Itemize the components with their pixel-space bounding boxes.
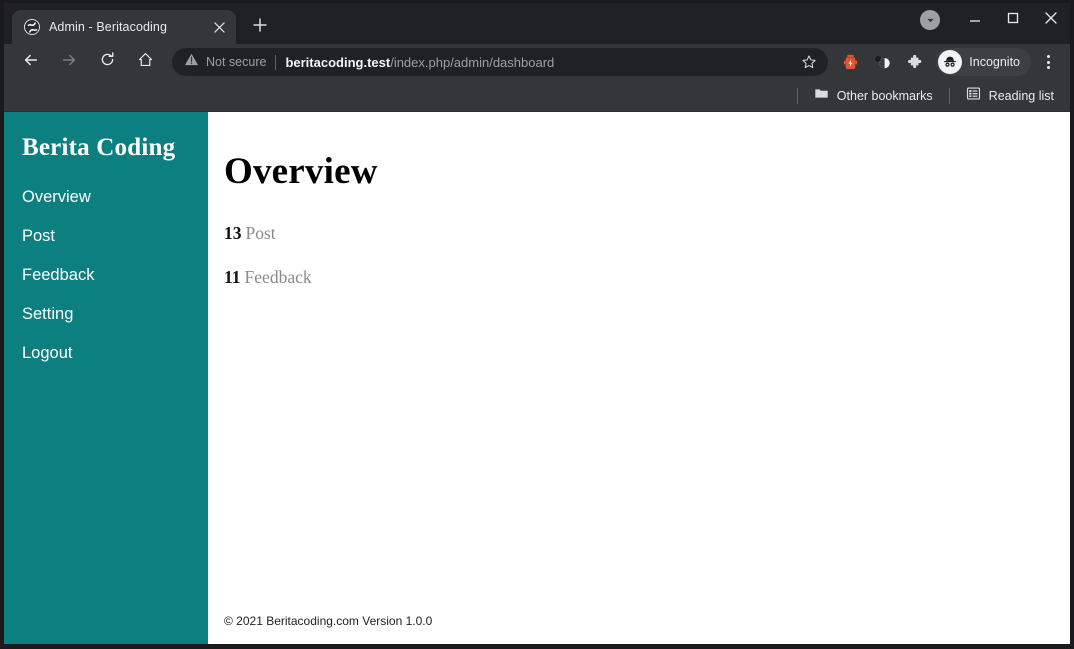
sidebar: Berita Coding Overview Post Feedback Set… <box>4 112 208 644</box>
stat-feedback-value: 11 <box>224 267 241 287</box>
warning-triangle-icon <box>184 52 199 72</box>
tab-title: Admin - Beritacoding <box>49 20 208 34</box>
hydrant-extension-icon[interactable] <box>837 49 863 75</box>
bookmarks-divider <box>797 88 798 104</box>
reading-list-label: Reading list <box>989 89 1054 103</box>
stat-feedback-label: Feedback <box>245 267 312 287</box>
other-bookmarks-label: Other bookmarks <box>837 89 933 103</box>
browser-window: Admin - Beritacoding <box>0 0 1074 649</box>
arrow-left-icon <box>22 51 40 74</box>
bookmarks-divider <box>949 88 950 104</box>
molecule-extension-icon[interactable] <box>869 49 895 75</box>
globe-favicon <box>24 19 40 35</box>
reload-button[interactable] <box>93 48 121 76</box>
close-icon[interactable] <box>208 16 230 38</box>
address-bar[interactable]: Not secure beritacoding.test/index.php/a… <box>172 48 828 76</box>
reading-list-button[interactable]: Reading list <box>960 84 1060 108</box>
sidebar-item-logout[interactable]: Logout <box>4 334 208 373</box>
browser-tab-active[interactable]: Admin - Beritacoding <box>12 10 236 44</box>
main-content: Overview 13Post 11Feedback © 2021 Berita… <box>208 112 1070 644</box>
home-icon <box>137 51 154 73</box>
reload-icon <box>99 51 116 73</box>
arrow-right-icon <box>60 51 78 74</box>
reading-list-icon <box>966 86 981 106</box>
sidebar-item-overview[interactable]: Overview <box>4 178 208 217</box>
chevron-down-circle-icon[interactable] <box>920 10 940 30</box>
maximize-icon <box>1007 11 1019 29</box>
stat-post-value: 13 <box>224 223 242 243</box>
stat-feedback: 11Feedback <box>224 267 1070 288</box>
other-bookmarks-button[interactable]: Other bookmarks <box>808 84 939 108</box>
sidebar-item-feedback[interactable]: Feedback <box>4 256 208 295</box>
incognito-avatar-icon <box>938 50 962 74</box>
new-tab-button[interactable] <box>246 13 274 41</box>
sidebar-item-setting[interactable]: Setting <box>4 295 208 334</box>
url-host: beritacoding.test <box>285 55 390 70</box>
puzzle-extensions-icon[interactable] <box>901 49 927 75</box>
omnibox-divider <box>275 55 276 70</box>
tab-strip: Admin - Beritacoding <box>4 3 1070 44</box>
minimize-button[interactable] <box>956 3 994 37</box>
folder-icon <box>814 86 829 106</box>
sidebar-item-post[interactable]: Post <box>4 217 208 256</box>
plus-icon <box>253 18 267 37</box>
menu-dot <box>1047 66 1050 69</box>
menu-dot <box>1047 61 1050 64</box>
three-dot-menu-icon[interactable] <box>1034 48 1062 76</box>
home-button[interactable] <box>131 48 159 76</box>
forward-button <box>55 48 83 76</box>
window-controls <box>920 3 1070 37</box>
minimize-icon <box>969 11 981 29</box>
page-viewport: Berita Coding Overview Post Feedback Set… <box>4 112 1070 644</box>
window-close-icon <box>1045 11 1057 29</box>
window-close-button[interactable] <box>1032 3 1070 37</box>
star-icon[interactable] <box>796 49 822 75</box>
url-text[interactable]: beritacoding.test/index.php/admin/dashbo… <box>285 55 796 70</box>
security-label: Not secure <box>206 55 266 69</box>
bookmarks-bar: Other bookmarks Reading list <box>4 80 1070 112</box>
page-footer: © 2021 Beritacoding.com Version 1.0.0 <box>224 614 432 628</box>
browser-toolbar: Not secure beritacoding.test/index.php/a… <box>4 44 1070 80</box>
maximize-button[interactable] <box>994 3 1032 37</box>
profile-incognito-chip[interactable]: Incognito <box>936 48 1031 76</box>
stat-post-label: Post <box>246 223 276 243</box>
menu-dot <box>1047 55 1050 58</box>
site-brand: Berita Coding <box>4 112 208 162</box>
site-security-status[interactable]: Not secure <box>184 52 266 72</box>
back-button[interactable] <box>17 48 45 76</box>
stat-post: 13Post <box>224 223 1070 244</box>
url-path: /index.php/admin/dashboard <box>390 55 554 70</box>
profile-label: Incognito <box>969 55 1020 69</box>
sidebar-nav: Overview Post Feedback Setting Logout <box>4 178 208 373</box>
page-title: Overview <box>224 150 1070 193</box>
